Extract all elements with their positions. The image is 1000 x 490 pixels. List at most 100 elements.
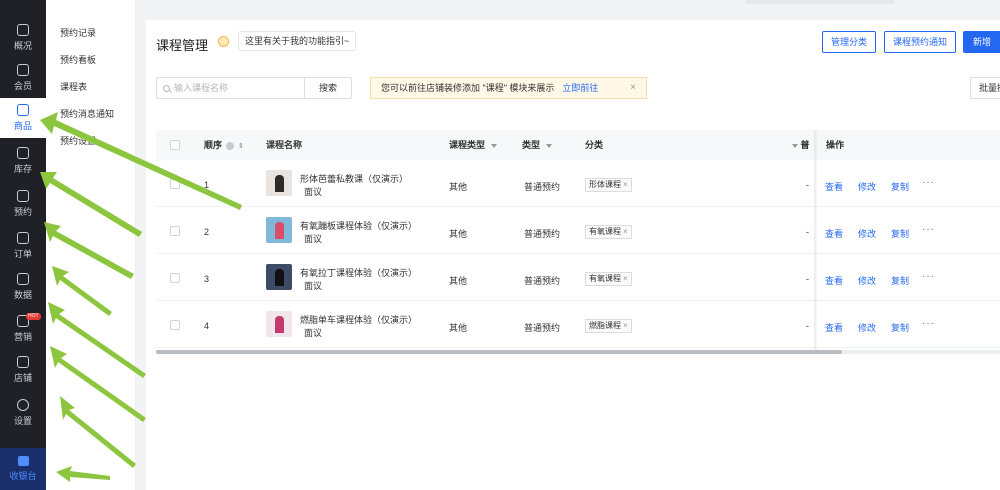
tag-close-icon[interactable]: × (623, 274, 628, 283)
col-type-label: 类型 (522, 140, 541, 150)
more-icon[interactable]: ··· (922, 224, 935, 235)
col-course-type[interactable]: 课程类型 (449, 130, 498, 160)
nav-label: 数据 (13, 290, 32, 300)
nav-item-goods[interactable]: 商品 (0, 98, 46, 138)
table-header: 顺序 ⇕ 课程名称 课程类型 类型 分类 普 操作 (156, 130, 1000, 160)
filter-icon[interactable] (792, 143, 798, 148)
view-link[interactable]: 查看 (825, 321, 843, 334)
nav-item-booking[interactable]: 预约 (0, 184, 46, 224)
col-clipped-label: 普 (800, 140, 810, 150)
view-link[interactable]: 查看 (825, 180, 843, 193)
booking-type: 普通预约 (524, 182, 561, 192)
col-order[interactable]: 顺序 ⇕ (204, 130, 244, 162)
nav-item-order[interactable]: 订单 (0, 226, 46, 266)
nav-label: 概况 (13, 41, 32, 51)
more-icon[interactable]: ··· (922, 177, 935, 188)
nav-item-shop[interactable]: 店铺 (0, 350, 46, 390)
course-thumbnail (266, 170, 292, 196)
more-icon[interactable]: ··· (922, 271, 935, 282)
nav-item-settings[interactable]: 设置 (0, 393, 46, 433)
course-name[interactable]: 有氧拉丁课程体验（仅演示） (300, 266, 417, 279)
tag-close-icon[interactable]: × (623, 180, 628, 189)
search-input[interactable] (174, 83, 294, 93)
nav-item-member[interactable]: 会员 (0, 58, 46, 98)
manage-category-button[interactable]: 管理分类 (822, 31, 877, 53)
view-link[interactable]: 查看 (825, 227, 843, 240)
nav-label: 预约 (13, 207, 32, 217)
hot-badge: HOT (26, 313, 41, 320)
course-price: 面议 (304, 187, 323, 197)
col-clipped[interactable]: 普 (786, 130, 810, 160)
lightbulb-icon[interactable] (218, 36, 229, 47)
col-name: 课程名称 (266, 140, 303, 150)
edit-link[interactable]: 修改 (858, 321, 876, 334)
booking-notice-button[interactable]: 课程预约通知 (884, 31, 957, 53)
course-price: 面议 (304, 234, 323, 244)
booking-submenu: 预约记录 预约看板 课程表 预约消息通知 预约设置 (46, 0, 136, 490)
nav-item-inventory[interactable]: 库存 (0, 141, 46, 181)
row-checkbox[interactable] (170, 320, 180, 330)
course-thumbnail (266, 217, 292, 243)
table-row: 4 燃脂单车课程体验（仅演示） 面议 其他 普通预约 燃脂课程 × - 查看 修改… (156, 301, 1000, 348)
search-button[interactable]: 搜索 (304, 77, 352, 99)
tag-close-icon[interactable]: × (623, 227, 628, 236)
select-all-checkbox[interactable] (170, 140, 180, 150)
nav-item-overview[interactable]: 概况 (0, 18, 46, 58)
submenu-item-records[interactable]: 预约记录 (60, 26, 96, 39)
category-tag-label: 燃脂课程 (589, 321, 621, 330)
course-type: 其他 (449, 229, 468, 239)
nav-label: 收银台 (9, 471, 37, 481)
col-category: 分类 (585, 140, 604, 150)
course-management-panel: 课程管理 这里有关于我的功能指引~ 管理分类 课程预约通知 新增课 搜索 您可以… (146, 20, 1000, 490)
row-dash: - (806, 227, 809, 237)
filter-icon[interactable] (546, 143, 553, 148)
batch-operation-button[interactable]: 批量操 (970, 77, 1000, 99)
nav-item-marketing[interactable]: HOT 营销 (0, 309, 46, 349)
view-link[interactable]: 查看 (825, 274, 843, 287)
course-name[interactable]: 燃脂单车课程体验（仅演示） (300, 313, 417, 326)
submenu-item-settings[interactable]: 预约设置 (60, 134, 96, 147)
row-dash: - (806, 321, 809, 331)
edit-link[interactable]: 修改 (858, 227, 876, 240)
row-checkbox[interactable] (170, 273, 180, 283)
close-icon[interactable]: × (630, 78, 636, 98)
scrollbar-thumb[interactable] (156, 350, 842, 354)
copy-link[interactable]: 复制 (891, 321, 909, 334)
guide-tip[interactable]: 这里有关于我的功能指引~ (238, 31, 357, 51)
main-nav: 概况 会员 商品 库存 预约 订单 数据 HOT 营销 店铺 设置 收银台 (0, 0, 46, 490)
edit-link[interactable]: 修改 (858, 274, 876, 287)
col-type[interactable]: 类型 (522, 130, 553, 160)
row-dash: - (806, 180, 809, 190)
submenu-item-board[interactable]: 预约看板 (60, 53, 96, 66)
nav-item-data[interactable]: 数据 (0, 267, 46, 307)
course-name[interactable]: 有氧蹦板课程体验（仅演示） (300, 219, 417, 232)
sort-icon[interactable]: ⇕ (238, 132, 244, 162)
course-price: 面议 (304, 281, 323, 291)
course-type: 其他 (449, 182, 468, 192)
tag-close-icon[interactable]: × (623, 321, 628, 330)
row-order: 1 (204, 180, 210, 190)
booking-type: 普通预约 (524, 323, 561, 333)
notice-link[interactable]: 立即前往 (562, 83, 598, 93)
member-icon (17, 64, 29, 76)
submenu-item-schedule[interactable]: 课程表 (60, 80, 87, 93)
more-icon[interactable]: ··· (922, 318, 935, 329)
category-tag: 有氧课程 × (585, 225, 632, 239)
filter-icon[interactable] (491, 143, 498, 148)
inventory-icon (17, 147, 29, 159)
new-course-button[interactable]: 新增课 (963, 31, 1000, 69)
submenu-item-notify[interactable]: 预约消息通知 (60, 107, 114, 120)
course-name[interactable]: 形体芭蕾私教课（仅演示） (300, 172, 408, 185)
course-price: 面议 (304, 328, 323, 338)
edit-link[interactable]: 修改 (858, 180, 876, 193)
search-box (156, 77, 304, 99)
row-checkbox[interactable] (170, 226, 180, 236)
nav-item-cashier[interactable]: 收银台 (0, 448, 46, 490)
copy-link[interactable]: 复制 (891, 227, 909, 240)
nav-label: 店铺 (13, 373, 32, 383)
course-type: 其他 (449, 276, 468, 286)
nav-label: 会员 (13, 81, 32, 91)
copy-link[interactable]: 复制 (891, 180, 909, 193)
row-checkbox[interactable] (170, 179, 180, 189)
copy-link[interactable]: 复制 (891, 274, 909, 287)
